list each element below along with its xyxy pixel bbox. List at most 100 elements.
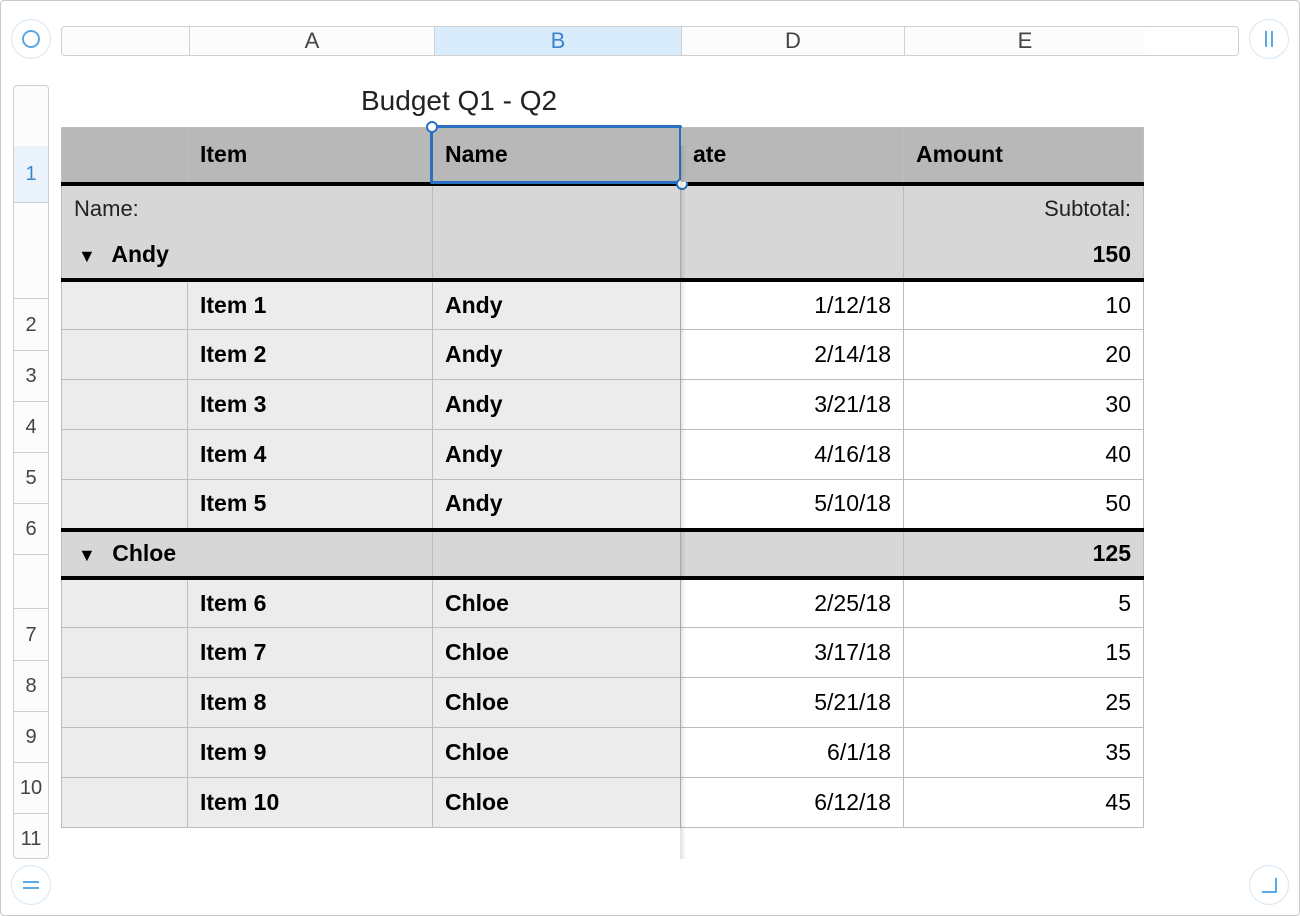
cell-amount[interactable]: 20 <box>904 330 1144 380</box>
row-header-8[interactable]: 8 <box>14 661 48 711</box>
cell-item[interactable]: Item 1 <box>188 280 433 330</box>
row-header-11[interactable]: 11 <box>14 814 48 859</box>
table-row: Item 5 Andy 5/10/18 50 <box>62 480 1144 530</box>
cell-date[interactable]: 3/21/18 <box>681 380 904 430</box>
table-row: Item 9 Chloe 6/1/18 35 <box>62 728 1144 778</box>
header-date[interactable]: ate <box>681 128 904 184</box>
group-subtotal-andy: 150 <box>904 232 1144 280</box>
rows-icon <box>21 878 41 892</box>
table-row: Item 6 Chloe 2/25/18 5 <box>62 578 1144 628</box>
column-header-B[interactable]: B <box>435 27 682 55</box>
cell-amount[interactable]: 10 <box>904 280 1144 330</box>
column-ruler: A B D E <box>61 26 1239 56</box>
cell-name[interactable]: Chloe <box>433 628 681 678</box>
cell-name[interactable]: Andy <box>433 430 681 480</box>
cell-date[interactable]: 6/12/18 <box>681 778 904 828</box>
disclosure-triangle-icon: ▼ <box>78 546 96 564</box>
cell-stub[interactable] <box>62 778 188 828</box>
group-toggle-andy[interactable]: ▼ Andy <box>62 232 433 280</box>
cell-amount[interactable]: 35 <box>904 728 1144 778</box>
header-amount[interactable]: Amount <box>904 128 1144 184</box>
selection-handle-tl[interactable] <box>426 121 438 133</box>
table-row: Item 2 Andy 2/14/18 20 <box>62 330 1144 380</box>
cell-name[interactable]: Chloe <box>433 778 681 828</box>
row-header-6[interactable]: 6 <box>14 504 48 554</box>
row-header-9[interactable]: 9 <box>14 712 48 762</box>
cell-stub[interactable] <box>62 280 188 330</box>
cell-amount[interactable]: 15 <box>904 628 1144 678</box>
cell-date[interactable]: 1/12/18 <box>681 280 904 330</box>
row-header-2[interactable]: 2 <box>14 300 48 350</box>
cell-item[interactable]: Item 5 <box>188 480 433 530</box>
resize-handle[interactable] <box>1249 865 1289 905</box>
cell-stub[interactable] <box>62 578 188 628</box>
group-name-label: Andy <box>111 241 169 267</box>
cell-date[interactable]: 2/14/18 <box>681 330 904 380</box>
cell-name[interactable]: Andy <box>433 330 681 380</box>
cell-date[interactable]: 6/1/18 <box>681 728 904 778</box>
column-header-A[interactable]: A <box>190 27 435 55</box>
group-header-chloe: ▼ Chloe 125 <box>62 530 1144 578</box>
column-header-D[interactable]: D <box>682 27 905 55</box>
cell-item[interactable]: Item 7 <box>188 628 433 678</box>
cell-amount[interactable]: 30 <box>904 380 1144 430</box>
table-row: Item 3 Andy 3/21/18 30 <box>62 380 1144 430</box>
table-title[interactable]: Budget Q1 - Q2 <box>361 85 1239 117</box>
cell-name[interactable]: Andy <box>433 380 681 430</box>
cell-date[interactable]: 2/25/18 <box>681 578 904 628</box>
cell-item[interactable]: Item 2 <box>188 330 433 380</box>
cell-date[interactable]: 5/10/18 <box>681 480 904 530</box>
cell-amount[interactable]: 25 <box>904 678 1144 728</box>
cell-item[interactable]: Item 8 <box>188 678 433 728</box>
column-handle[interactable] <box>1249 19 1289 59</box>
cell-amount[interactable]: 45 <box>904 778 1144 828</box>
cell-name[interactable]: Chloe <box>433 578 681 628</box>
cell-date[interactable]: 4/16/18 <box>681 430 904 480</box>
cell-stub[interactable] <box>62 728 188 778</box>
corner-icon <box>1260 876 1278 894</box>
cell-stub[interactable] <box>62 628 188 678</box>
header-name[interactable]: Name <box>433 128 681 184</box>
circle-icon <box>21 29 41 49</box>
group-subtotal-chloe: 125 <box>904 530 1144 578</box>
cell-item[interactable]: Item 9 <box>188 728 433 778</box>
row-header-10[interactable]: 10 <box>14 763 48 813</box>
cell-item[interactable]: Item 10 <box>188 778 433 828</box>
cell-amount[interactable]: 50 <box>904 480 1144 530</box>
column-ruler-blank[interactable] <box>62 27 190 55</box>
cell-stub[interactable] <box>62 480 188 530</box>
select-all-handle[interactable] <box>11 19 51 59</box>
cell-item[interactable]: Item 6 <box>188 578 433 628</box>
row-ruler: 1 2 3 4 5 6 7 8 9 10 11 <box>13 85 49 859</box>
header-item[interactable]: Item <box>188 128 433 184</box>
row-header-3[interactable]: 3 <box>14 351 48 401</box>
columns-icon <box>1262 29 1276 49</box>
cell-name[interactable]: Andy <box>433 480 681 530</box>
budget-table: Item Name ate Amount Name: Subtotal: <box>61 127 1144 828</box>
column-header-E[interactable]: E <box>905 27 1145 55</box>
cell-date[interactable]: 3/17/18 <box>681 628 904 678</box>
group-toggle-chloe[interactable]: ▼ Chloe <box>62 530 433 578</box>
cell-item[interactable]: Item 4 <box>188 430 433 480</box>
header-name-label: Name <box>445 141 508 167</box>
disclosure-triangle-icon: ▼ <box>78 247 96 265</box>
row-header-7[interactable]: 7 <box>14 610 48 660</box>
row-header-4[interactable]: 4 <box>14 402 48 452</box>
cell-stub[interactable] <box>62 430 188 480</box>
cell-amount[interactable]: 40 <box>904 430 1144 480</box>
cell-stub[interactable] <box>62 330 188 380</box>
cell-name[interactable]: Chloe <box>433 678 681 728</box>
cell-stub[interactable] <box>62 380 188 430</box>
cell-item[interactable]: Item 3 <box>188 380 433 430</box>
cell-date[interactable]: 5/21/18 <box>681 678 904 728</box>
cell-stub[interactable] <box>62 678 188 728</box>
header-blank[interactable] <box>62 128 188 184</box>
cell-name[interactable]: Chloe <box>433 728 681 778</box>
cell-amount[interactable]: 5 <box>904 578 1144 628</box>
group-header-andy: ▼ Andy 150 <box>62 232 1144 280</box>
group-label-subtotal: Subtotal: <box>904 184 1144 232</box>
row-header-1[interactable]: 1 <box>14 146 48 202</box>
row-handle[interactable] <box>11 865 51 905</box>
cell-name[interactable]: Andy <box>433 280 681 330</box>
row-header-5[interactable]: 5 <box>14 453 48 503</box>
